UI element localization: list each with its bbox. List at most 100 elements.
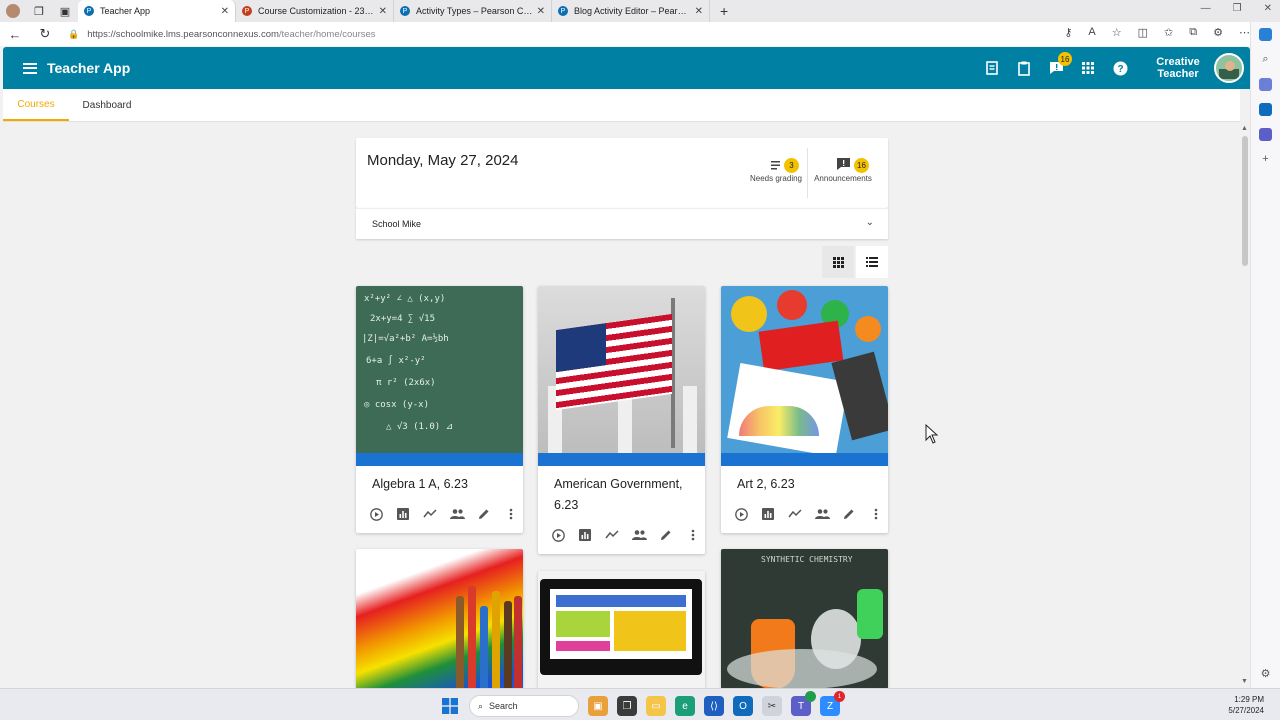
zoom-icon[interactable]: Z 1 <box>820 691 845 716</box>
snipping-tool-icon[interactable]: ✂ <box>762 696 782 716</box>
edit-pencil-icon[interactable] <box>837 505 861 523</box>
course-card-4[interactable] <box>356 549 523 689</box>
browser-tab-blog-activity-editor[interactable]: P Blog Activity Editor – Pearson Connexu… <box>552 0 710 22</box>
apps-grid-icon[interactable] <box>1072 62 1104 74</box>
needs-grading-count: 3 <box>784 158 799 173</box>
user-name[interactable]: Creative Teacher <box>1150 56 1206 80</box>
list-view-button[interactable] <box>856 246 888 278</box>
taskbar-search[interactable]: ⌕ Search <box>469 695 579 717</box>
favorite-star-icon[interactable]: ☆ <box>1112 26 1122 39</box>
scrollbar-thumb[interactable] <box>1242 136 1248 266</box>
copilot-icon[interactable] <box>1259 28 1272 41</box>
course-card-5[interactable] <box>538 571 705 689</box>
browser-tab-course-customization[interactable]: P Course Customization - 23-24.pptx ✕ <box>236 0 394 22</box>
reports-icon[interactable] <box>573 526 597 544</box>
close-window-icon[interactable]: ✕ <box>1264 3 1272 14</box>
close-tab-icon[interactable]: ✕ <box>537 6 545 17</box>
play-icon[interactable] <box>364 505 388 523</box>
tab-courses[interactable]: Courses <box>3 89 69 121</box>
announcements-count: 16 <box>854 158 869 173</box>
needs-grading-button[interactable]: 3 Needs grading <box>748 158 804 183</box>
lock-icon[interactable]: 🔒 <box>68 29 79 40</box>
vscode-icon[interactable]: ⟨⟩ <box>704 696 724 716</box>
teams-status-badge <box>805 691 816 702</box>
outlook-icon[interactable] <box>1259 103 1272 116</box>
trend-icon[interactable] <box>783 505 807 523</box>
url-field[interactable]: 🔒 https://schoolmike.lms.pearsonconnexus… <box>68 29 376 40</box>
task-view-icon[interactable]: ❐ <box>617 696 637 716</box>
windows-taskbar: ⌕ Search ▣ ❐ ▭ e ⟨⟩ O ✂ T Z 1 1:29 PM 5/… <box>0 688 1280 720</box>
split-screen-icon[interactable]: ◫ <box>1138 26 1148 39</box>
chevron-down-icon: ⌄ <box>865 217 874 228</box>
shopping-icon[interactable] <box>1259 78 1272 91</box>
students-icon[interactable] <box>627 526 651 544</box>
course-title[interactable]: American Government, 6.23 <box>538 466 705 516</box>
course-card-art-2[interactable]: Art 2, 6.23 <box>721 286 888 533</box>
course-title[interactable]: Art 2, 6.23 <box>721 466 888 495</box>
restore-icon[interactable]: ❐ <box>1233 3 1242 14</box>
clipboard-icon[interactable] <box>1008 61 1040 76</box>
browser-profile-avatar[interactable] <box>6 4 20 18</box>
teams-icon[interactable] <box>1259 128 1272 141</box>
search-icon[interactable]: ⌕ <box>1262 53 1268 66</box>
course-card-american-government[interactable]: American Government, 6.23 <box>538 286 705 554</box>
browser-tab-activity-types[interactable]: P Activity Types – Pearson Connexus ✕ <box>394 0 552 22</box>
refresh-icon[interactable]: ↻ <box>30 26 60 42</box>
workspaces-icon[interactable]: ❐ <box>26 0 52 22</box>
read-aloud-icon[interactable]: A <box>1088 26 1095 39</box>
grid-view-button[interactable] <box>822 246 854 278</box>
course-card-algebra[interactable]: x²+y² ∠ △ (x,y) 2x+y=4 ∑ √15 |Z|=√a²+b² … <box>356 286 523 533</box>
tab-dashboard[interactable]: Dashboard <box>69 89 145 121</box>
windows-start-icon[interactable] <box>440 696 460 716</box>
key-icon[interactable]: ⚷ <box>1064 26 1072 39</box>
edit-pencil-icon[interactable] <box>654 526 678 544</box>
new-tab-button[interactable]: + <box>720 3 728 19</box>
edge-browser-icon[interactable]: e <box>675 696 695 716</box>
school-selector[interactable]: School Mike ⌄ <box>356 208 888 239</box>
reports-icon[interactable] <box>391 505 415 523</box>
students-icon[interactable] <box>445 505 469 523</box>
students-icon[interactable] <box>810 505 834 523</box>
collections-icon[interactable]: ⧉ <box>1189 26 1197 39</box>
close-tab-icon[interactable]: ✕ <box>221 6 229 17</box>
announcements-label: Announcements <box>814 174 872 183</box>
help-icon[interactable]: ? <box>1104 61 1136 76</box>
trend-icon[interactable] <box>600 526 624 544</box>
zoom-badge: 1 <box>834 691 845 702</box>
hamburger-menu-icon[interactable] <box>23 62 37 74</box>
more-vertical-icon[interactable] <box>681 526 705 544</box>
browser-tab-teacher-app[interactable]: P Teacher App ✕ <box>78 0 236 22</box>
play-icon[interactable] <box>546 526 570 544</box>
reports-icon[interactable] <box>756 505 780 523</box>
add-sidebar-app-icon[interactable]: + <box>1262 153 1268 165</box>
course-actions <box>364 505 523 523</box>
scroll-down-icon[interactable]: ▼ <box>1241 678 1248 685</box>
system-clock[interactable]: 1:29 PM 5/27/2024 <box>1228 694 1264 716</box>
widgets-icon[interactable]: ▣ <box>588 696 608 716</box>
tab-actions-icon[interactable]: ▣ <box>52 0 78 22</box>
outlook-icon[interactable]: O <box>733 696 753 716</box>
page-scrollbar[interactable]: ▲ ▼ <box>1240 122 1250 688</box>
more-vertical-icon[interactable] <box>864 505 888 523</box>
edit-pencil-icon[interactable] <box>472 505 496 523</box>
user-avatar[interactable] <box>1214 53 1244 83</box>
close-tab-icon[interactable]: ✕ <box>695 6 703 17</box>
close-tab-icon[interactable]: ✕ <box>379 6 387 17</box>
favorites-icon[interactable]: ✩ <box>1164 26 1173 39</box>
course-card-6[interactable]: SYNTHETIC CHEMISTRY <box>721 549 888 689</box>
scroll-up-icon[interactable]: ▲ <box>1241 125 1248 132</box>
course-title[interactable]: Algebra 1 A, 6.23 <box>356 466 523 495</box>
minimize-icon[interactable]: — <box>1201 3 1211 14</box>
gradebook-icon[interactable] <box>976 61 1008 75</box>
more-vertical-icon[interactable] <box>499 505 523 523</box>
file-explorer-icon[interactable]: ▭ <box>646 696 666 716</box>
extensions-icon[interactable]: ⚙ <box>1213 26 1223 39</box>
back-icon[interactable]: ← <box>0 27 30 42</box>
teams-icon[interactable]: T <box>791 691 816 716</box>
messages-icon[interactable]: 16 <box>1040 52 1072 75</box>
play-icon[interactable] <box>729 505 753 523</box>
announcements-button[interactable]: 16 Announcements <box>812 158 874 183</box>
more-options-icon[interactable]: ⋯ <box>1239 26 1250 39</box>
trend-icon[interactable] <box>418 505 442 523</box>
sidebar-settings-icon[interactable]: ⚙ <box>1261 667 1271 680</box>
